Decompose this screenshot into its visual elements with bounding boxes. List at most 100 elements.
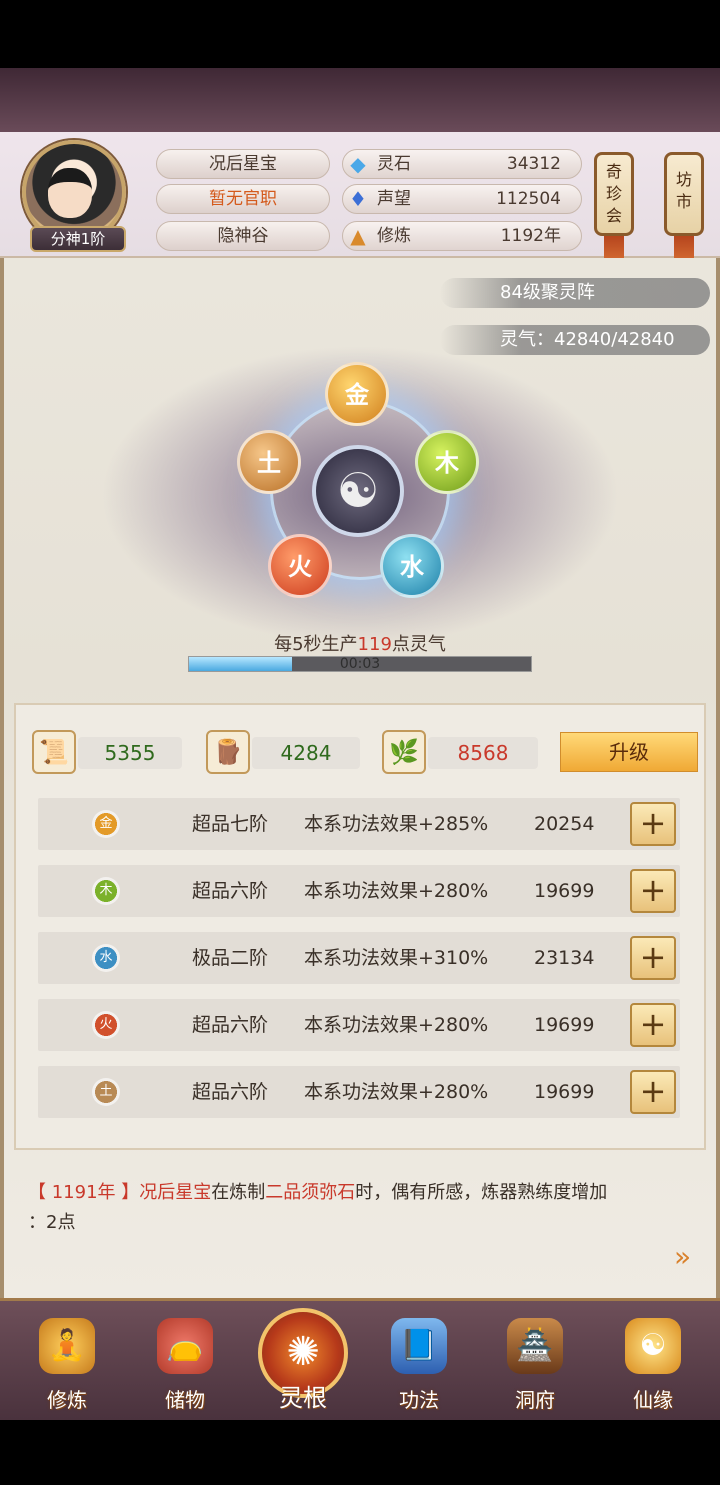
avatar-face [48,168,92,218]
sect-location[interactable]: 隐神谷 [156,221,330,251]
water-element-icon: 水 [92,944,120,972]
treasure-fair-label: 奇珍会 [606,162,623,225]
nav-label: 储物 [165,1388,205,1412]
nav-fate[interactable]: ☯ 仙缘 [608,1318,698,1414]
root-amount: 19699 [534,1014,595,1036]
add-earth-button[interactable]: + [630,1070,676,1114]
spirit-stone-icon: ◆ [350,152,366,176]
header-band [0,68,720,132]
gourd-icon: ☯ [625,1318,681,1374]
production-progress-bar: 00:03 [188,656,532,672]
root-effect: 本系功法效果+310% [304,947,489,969]
nav-label: 修炼 [47,1388,87,1412]
event-log: 【 1191年 】况后星宝在炼制二品须弥石时，偶有所感，炼器熟练度增加 ：2点 [28,1178,698,1238]
nav-label: 仙缘 [633,1388,673,1412]
resource-value-herb: 8568 [428,737,538,769]
market-label: 坊市 [676,170,693,211]
production-text: 每5秒生产119点灵气 [0,630,720,656]
production-suffix: 点灵气 [391,634,446,655]
storage-bag-icon: 👝 [157,1318,213,1374]
cultivation-icon: ▲ [350,224,366,248]
reputation-icon: ♦ [349,187,367,211]
stat-value: 112504 [496,189,561,209]
log-item: 二品须弥石 [265,1182,356,1203]
root-amount: 19699 [534,880,595,902]
root-effect: 本系功法效果+280% [304,1081,489,1103]
root-row-metal: 金 超品七阶 本系功法效果+285% 20254 + [38,798,680,850]
official-title[interactable]: 暂无官职 [156,184,330,214]
root-grade: 超品六阶 [192,1081,269,1103]
add-metal-button[interactable]: + [630,802,676,846]
root-effect: 本系功法效果+280% [304,880,489,902]
array-level-label: 84级聚灵阵 [500,282,595,303]
nav-skills[interactable]: 📘 功法 [374,1318,464,1414]
root-amount: 23134 [534,947,595,969]
root-row-wood: 木 超品六阶 本系功法效果+280% 19699 + [38,865,680,917]
resource-value-wood: 4284 [252,737,360,769]
element-earth-orb[interactable]: 土 [237,430,301,494]
nav-label: 洞府 [515,1388,555,1412]
root-effect: 本系功法效果+285% [304,813,489,835]
production-prefix: 每5秒生产 [274,634,358,655]
wood-icon: 🪵 [206,730,250,774]
avatar[interactable]: 分神1阶 [18,140,130,252]
root-grade: 极品二阶 [192,947,269,969]
log-text: ：2点 [28,1212,76,1233]
treasure-fair-button[interactable]: 奇珍会 [594,152,634,236]
root-grade: 超品七阶 [192,813,269,835]
nav-cultivate[interactable]: 🧘 修炼 [22,1318,112,1414]
herb-icon: 🌿 [382,730,426,774]
element-water-orb[interactable]: 水 [380,534,444,598]
root-amount: 19699 [534,1081,595,1103]
stat-label: 声望 [377,189,411,209]
add-fire-button[interactable]: + [630,1003,676,1047]
fire-element-icon: 火 [92,1011,120,1039]
production-timer: 00:03 [339,656,381,672]
stat-spirit-stone: ◆ 灵石 34312 [342,149,582,179]
taiji-icon[interactable]: ☯ [312,445,404,537]
nav-cave[interactable]: 🏯 洞府 [490,1318,580,1414]
add-wood-button[interactable]: + [630,869,676,913]
cultivate-icon: 🧘 [39,1318,95,1374]
player-name: 况后星宝 [156,149,330,179]
qi-label: 灵气：42840/42840 [500,329,675,350]
nav-storage[interactable]: 👝 储物 [140,1318,230,1414]
nav-spirit-root-label: 灵根 [279,1384,327,1412]
root-row-water: 水 极品二阶 本系功法效果+310% 23134 + [38,932,680,984]
resource-value-scroll: 5355 [78,737,182,769]
upgrade-button[interactable]: 升级 [560,732,698,772]
stat-value: 1192年 [500,226,561,246]
nav-label: 功法 [399,1388,439,1412]
log-year: 【 1191年 】 [28,1182,140,1203]
scroll-icon: 📜 [32,730,76,774]
wood-element-icon: 木 [92,877,120,905]
top-black-bar [0,0,720,68]
root-grade: 超品六阶 [192,880,269,902]
stat-label: 灵石 [377,154,411,174]
log-text: 时，偶有所感，炼器熟练度增加 [355,1182,608,1203]
stat-reputation: ♦ 声望 112504 [342,184,582,214]
bottom-black-bar [0,1420,720,1485]
production-value: 119 [357,634,392,655]
element-wood-orb[interactable]: 木 [415,430,479,494]
root-row-earth: 土 超品六阶 本系功法效果+280% 19699 + [38,1066,680,1118]
add-water-button[interactable]: + [630,936,676,980]
element-fire-orb[interactable]: 火 [268,534,332,598]
root-grade: 超品六阶 [192,1014,269,1036]
root-amount: 20254 [534,813,595,835]
rank-badge: 分神1阶 [30,226,126,252]
log-text: 在炼制 [211,1182,266,1203]
stat-label: 修炼 [377,226,411,246]
stat-cultivation: ▲ 修炼 1192年 [342,221,582,251]
cave-house-icon: 🏯 [507,1318,563,1374]
log-expand-arrow-icon[interactable]: » [674,1240,691,1273]
metal-element-icon: 金 [92,810,120,838]
root-row-fire: 火 超品六阶 本系功法效果+280% 19699 + [38,999,680,1051]
skill-book-icon: 📘 [391,1318,447,1374]
log-actor: 况后星宝 [139,1182,212,1203]
stat-value: 34312 [506,154,561,174]
market-button[interactable]: 坊市 [664,152,704,236]
root-effect: 本系功法效果+280% [304,1014,489,1036]
earth-element-icon: 土 [92,1078,120,1106]
element-metal-orb[interactable]: 金 [325,362,389,426]
